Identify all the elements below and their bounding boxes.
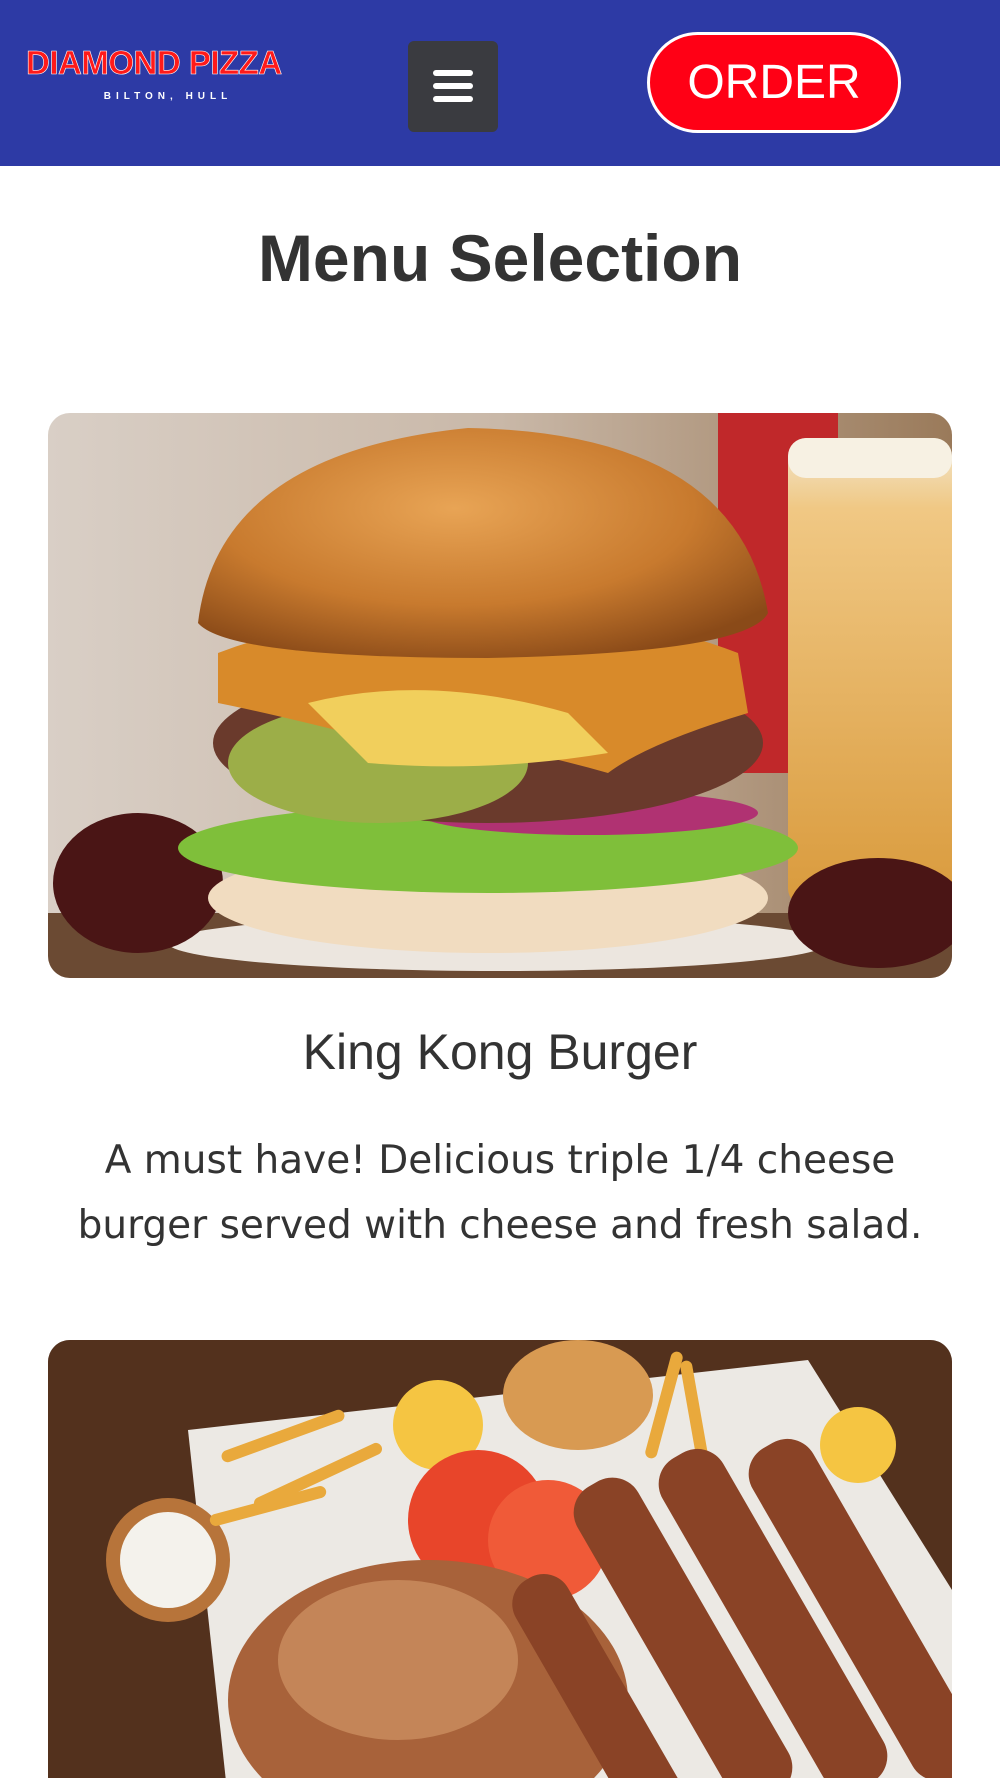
burger-photo — [48, 413, 952, 978]
item-name: King Kong Burger — [302, 1024, 698, 1080]
kebab-platter-photo — [48, 1340, 952, 1778]
order-button[interactable]: ORDER — [647, 32, 901, 133]
site-header: DIAMOND PIZZA BILTON, HULL ORDER — [0, 0, 1000, 166]
page-title: Menu Selection — [257, 221, 743, 295]
site-logo[interactable]: DIAMOND PIZZA BILTON, HULL — [26, 46, 316, 116]
item-description: A must have! Delicious triple 1/4 cheese… — [77, 1138, 923, 1248]
logo-subtitle: BILTON, HULL — [103, 91, 233, 102]
logo-title: DIAMOND PIZZA — [26, 44, 283, 81]
menu-toggle-button[interactable] — [408, 41, 498, 132]
hamburger-menu-icon — [433, 70, 473, 102]
